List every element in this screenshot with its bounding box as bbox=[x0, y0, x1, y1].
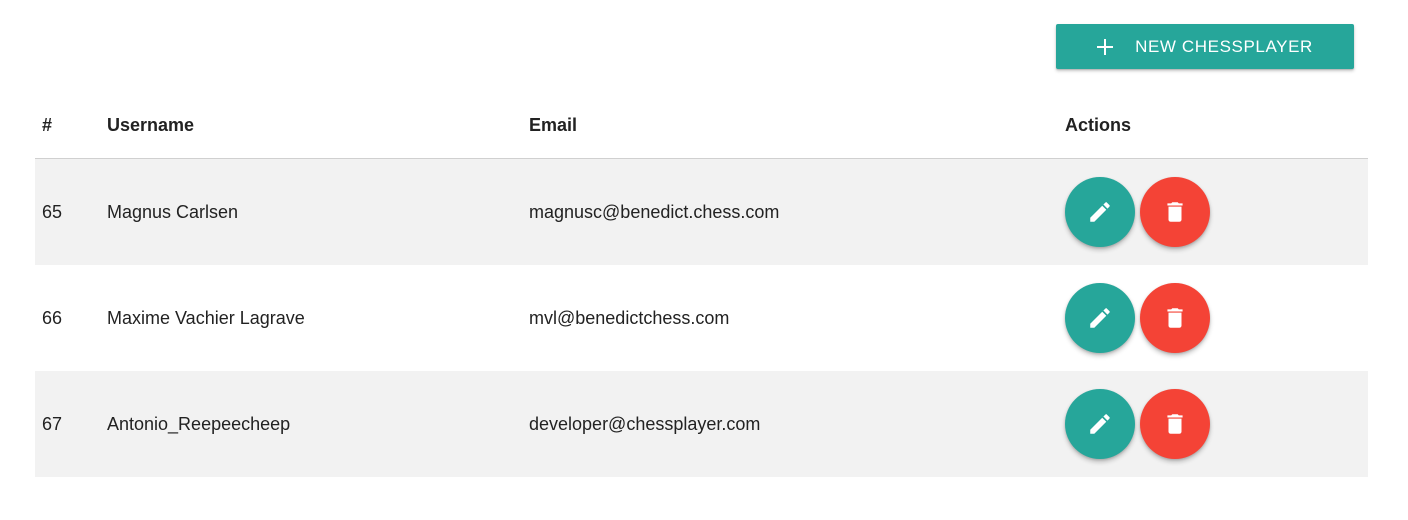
delete-button[interactable] bbox=[1140, 177, 1210, 247]
row-id: 65 bbox=[42, 201, 63, 222]
plus-icon bbox=[1097, 38, 1114, 55]
chessplayers-page: NEW CHESSPLAYER # Username Email Actions… bbox=[0, 0, 1408, 520]
table-row: 67 Antonio_Reepeecheep developer@chesspl… bbox=[35, 371, 1368, 477]
header-num: # bbox=[42, 114, 53, 135]
header-username: Username bbox=[107, 114, 195, 135]
row-email: magnusc@benedict.chess.com bbox=[529, 201, 780, 222]
header-email: Email bbox=[529, 114, 578, 135]
row-username: Maxime Vachier Lagrave bbox=[107, 307, 305, 328]
table-header: # Username Email Actions bbox=[35, 92, 1368, 159]
table-row: 65 Magnus Carlsen magnusc@benedict.chess… bbox=[35, 159, 1368, 265]
row-username: Antonio_Reepeecheep bbox=[107, 413, 291, 434]
new-chessplayer-label: NEW CHESSPLAYER bbox=[1135, 36, 1313, 56]
trash-icon bbox=[1167, 202, 1183, 222]
edit-button[interactable] bbox=[1065, 389, 1135, 459]
delete-button[interactable] bbox=[1140, 283, 1210, 353]
edit-icon bbox=[1090, 414, 1110, 434]
edit-button[interactable] bbox=[1065, 283, 1135, 353]
trash-icon bbox=[1167, 308, 1183, 328]
new-chessplayer-button[interactable]: NEW CHESSPLAYER bbox=[1056, 24, 1354, 69]
edit-icon bbox=[1090, 202, 1110, 222]
edit-button[interactable] bbox=[1065, 177, 1135, 247]
table-row: 66 Maxime Vachier Lagrave mvl@benedictch… bbox=[35, 265, 1368, 371]
header-actions: Actions bbox=[1065, 114, 1132, 135]
row-username: Magnus Carlsen bbox=[107, 201, 239, 222]
row-actions bbox=[1065, 371, 1215, 477]
row-email: developer@chessplayer.com bbox=[529, 413, 761, 434]
edit-icon bbox=[1090, 308, 1110, 328]
row-id: 67 bbox=[42, 413, 63, 434]
delete-button[interactable] bbox=[1140, 389, 1210, 459]
row-id: 66 bbox=[42, 307, 63, 328]
row-actions bbox=[1065, 265, 1215, 371]
chessplayers-table: # Username Email Actions 65 Magnus Carls… bbox=[35, 92, 1368, 477]
row-email: mvl@benedictchess.com bbox=[529, 307, 730, 328]
row-actions bbox=[1065, 159, 1215, 265]
trash-icon bbox=[1167, 414, 1183, 434]
